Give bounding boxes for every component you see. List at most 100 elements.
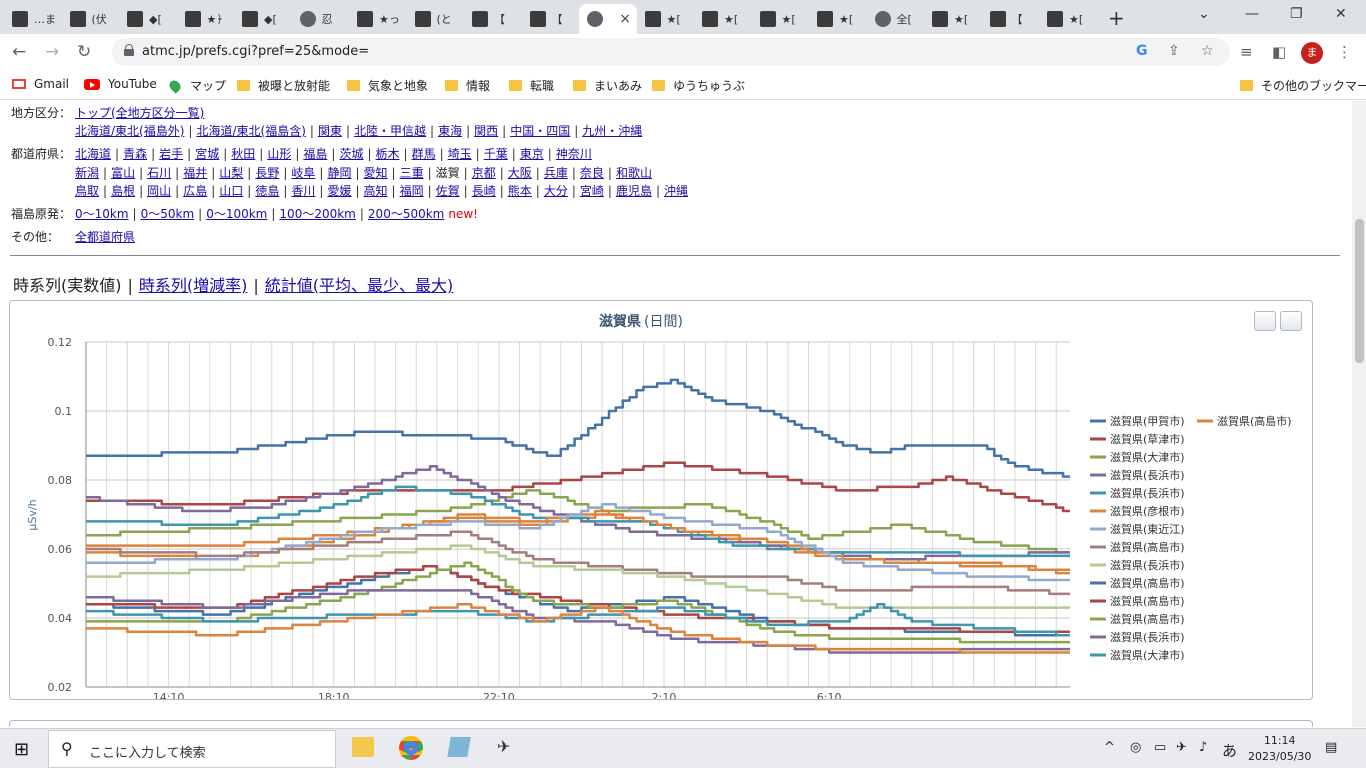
browser-tab[interactable]: ★[ (1039, 4, 1096, 34)
browser-tab[interactable]: ★[ (637, 4, 694, 34)
browser-tab[interactable]: …ま (4, 4, 61, 34)
nav-link[interactable]: 山形 (267, 147, 291, 161)
nav-link[interactable]: 富山 (111, 166, 135, 180)
browser-tab[interactable]: 全[ (867, 4, 924, 34)
notifications-icon[interactable]: ▤ (1325, 740, 1337, 755)
maximize-icon[interactable]: ❐ (1290, 6, 1303, 22)
nav-link[interactable]: 福島 (303, 147, 327, 161)
browser-tab[interactable]: 【 (464, 4, 521, 34)
browser-tab[interactable]: ★っ (349, 4, 406, 34)
nav-link[interactable]: 熊本 (508, 184, 532, 198)
nav-link[interactable]: 長野 (255, 166, 279, 180)
close-tab-icon[interactable]: × (619, 11, 631, 27)
nav-link[interactable]: 沖縄 (664, 184, 688, 198)
minimize-icon[interactable]: — (1245, 6, 1259, 22)
nav-link[interactable]: 関西 (474, 124, 498, 138)
profile-avatar[interactable]: ま (1301, 42, 1323, 64)
nav-link[interactable]: 奈良 (580, 166, 604, 180)
browser-tab[interactable]: 【 (522, 4, 579, 34)
bookmark-item[interactable]: 気象と地象 (347, 77, 428, 94)
ime-indicator[interactable]: あ (1222, 740, 1237, 761)
nav-link[interactable]: 福岡 (400, 184, 424, 198)
bookmark-item[interactable]: Gmail (12, 77, 69, 91)
bookmark-item[interactable]: マップ (167, 77, 226, 94)
nav-link[interactable]: 島根 (111, 184, 135, 198)
nav-link[interactable]: 山梨 (219, 166, 243, 180)
menu-icon[interactable]: ⋮ (1337, 43, 1352, 61)
tray-app-icon[interactable]: ◎ (1130, 740, 1141, 755)
back-icon[interactable]: ← (12, 42, 26, 62)
bookmark-item[interactable]: まいあみ (573, 77, 642, 94)
nav-link[interactable]: 和歌山 (616, 166, 652, 180)
nav-link[interactable]: 0〜100km (206, 207, 267, 221)
taskbar-search[interactable]: ⚲ ここに入力して検索 (48, 730, 336, 768)
nav-link[interactable]: 岩手 (159, 147, 183, 161)
nav-link[interactable]: 茨城 (339, 147, 363, 161)
address-bar[interactable]: atmc.jp/prefs.cgi?pref=25&mode= G ⇪ ☆ (112, 38, 1230, 66)
battery-icon[interactable]: ▭ (1154, 740, 1166, 755)
tray-chevron-icon[interactable]: ^ (1104, 740, 1115, 755)
nav-link[interactable]: 香川 (291, 184, 315, 198)
view-tab-stats[interactable]: 統計値(平均、最少、最大) (265, 276, 454, 295)
nav-link[interactable]: 大分 (544, 184, 568, 198)
taskbar-clock[interactable]: 11:14 2023/05/30 (1248, 733, 1311, 765)
nav-link[interactable]: 東海 (438, 124, 462, 138)
nav-link[interactable]: 岡山 (147, 184, 171, 198)
nav-link[interactable]: 九州・沖縄 (582, 124, 642, 138)
nav-link[interactable]: 関東 (318, 124, 342, 138)
browser-tab[interactable]: × (579, 4, 637, 34)
link-region-top[interactable]: トップ(全地方区分一覧) (75, 106, 204, 120)
nav-link[interactable]: 埼玉 (448, 147, 472, 161)
plane-app-icon[interactable]: ✈ (497, 737, 510, 756)
browser-tab[interactable]: ★[ (752, 4, 809, 34)
chrome-icon[interactable] (399, 736, 423, 760)
browser-tab[interactable]: (伏 (62, 4, 119, 34)
nav-link[interactable]: 佐賀 (436, 184, 460, 198)
browser-tab[interactable]: (と (407, 4, 464, 34)
nav-link[interactable]: 青森 (123, 147, 147, 161)
nav-link[interactable]: 石川 (147, 166, 171, 180)
nav-link[interactable]: 広島 (183, 184, 207, 198)
nav-link[interactable]: 鳥取 (75, 184, 99, 198)
nav-link[interactable]: 0〜50km (141, 207, 195, 221)
tab-search-icon[interactable]: ⌄ (1198, 6, 1210, 22)
reading-list-icon[interactable]: ≡ (1240, 43, 1253, 61)
nav-link[interactable]: 大阪 (508, 166, 532, 180)
nav-link[interactable]: 北海道/東北(福島外) (75, 124, 184, 138)
nav-link[interactable]: 東京 (520, 147, 544, 161)
nav-link[interactable]: 高知 (364, 184, 388, 198)
nav-link[interactable]: 群馬 (412, 147, 436, 161)
google-translate-icon[interactable]: G (1136, 43, 1148, 59)
nav-link[interactable]: 栃木 (376, 147, 400, 161)
bookmark-star-icon[interactable]: ☆ (1201, 43, 1214, 59)
nav-link[interactable]: 徳島 (255, 184, 279, 198)
nav-link[interactable]: 新潟 (75, 166, 99, 180)
nav-link[interactable]: 0〜10km (75, 207, 129, 221)
airplane-mode-icon[interactable]: ✈ (1176, 740, 1187, 755)
forward-icon[interactable]: → (45, 42, 59, 62)
scrollbar-thumb[interactable] (1355, 219, 1364, 363)
bookmark-item[interactable]: 情報 (445, 77, 490, 94)
file-explorer-icon[interactable] (352, 737, 374, 757)
side-panel-icon[interactable]: ◧ (1272, 43, 1286, 61)
reload-icon[interactable]: ↻ (77, 42, 91, 62)
link-all-prefs[interactable]: 全都道府県 (75, 230, 135, 244)
browser-tab[interactable]: 忍 (292, 4, 349, 34)
nav-link[interactable]: 愛知 (364, 166, 388, 180)
print-icon[interactable] (1254, 311, 1276, 331)
nav-link[interactable]: 宮崎 (580, 184, 604, 198)
nav-link[interactable]: 神奈川 (556, 147, 592, 161)
url-text[interactable]: atmc.jp/prefs.cgi?pref=25&mode= (142, 44, 369, 59)
volume-icon[interactable]: ♪ (1199, 740, 1207, 755)
nav-link[interactable]: 千葉 (484, 147, 508, 161)
bookmark-item[interactable]: YouTube (84, 77, 157, 91)
nav-link[interactable]: 愛媛 (327, 184, 351, 198)
nav-link[interactable]: 岐阜 (291, 166, 315, 180)
nav-link[interactable]: 宮城 (195, 147, 219, 161)
browser-tab[interactable]: 【 (982, 4, 1039, 34)
nav-link[interactable]: 鹿児島 (616, 184, 652, 198)
nav-link[interactable]: 100〜200km (279, 207, 355, 221)
nav-link[interactable]: 秋田 (231, 147, 255, 161)
browser-tab[interactable]: ◆[ (234, 4, 291, 34)
bookmark-item[interactable]: ゆうちゅうぶ (652, 77, 745, 94)
